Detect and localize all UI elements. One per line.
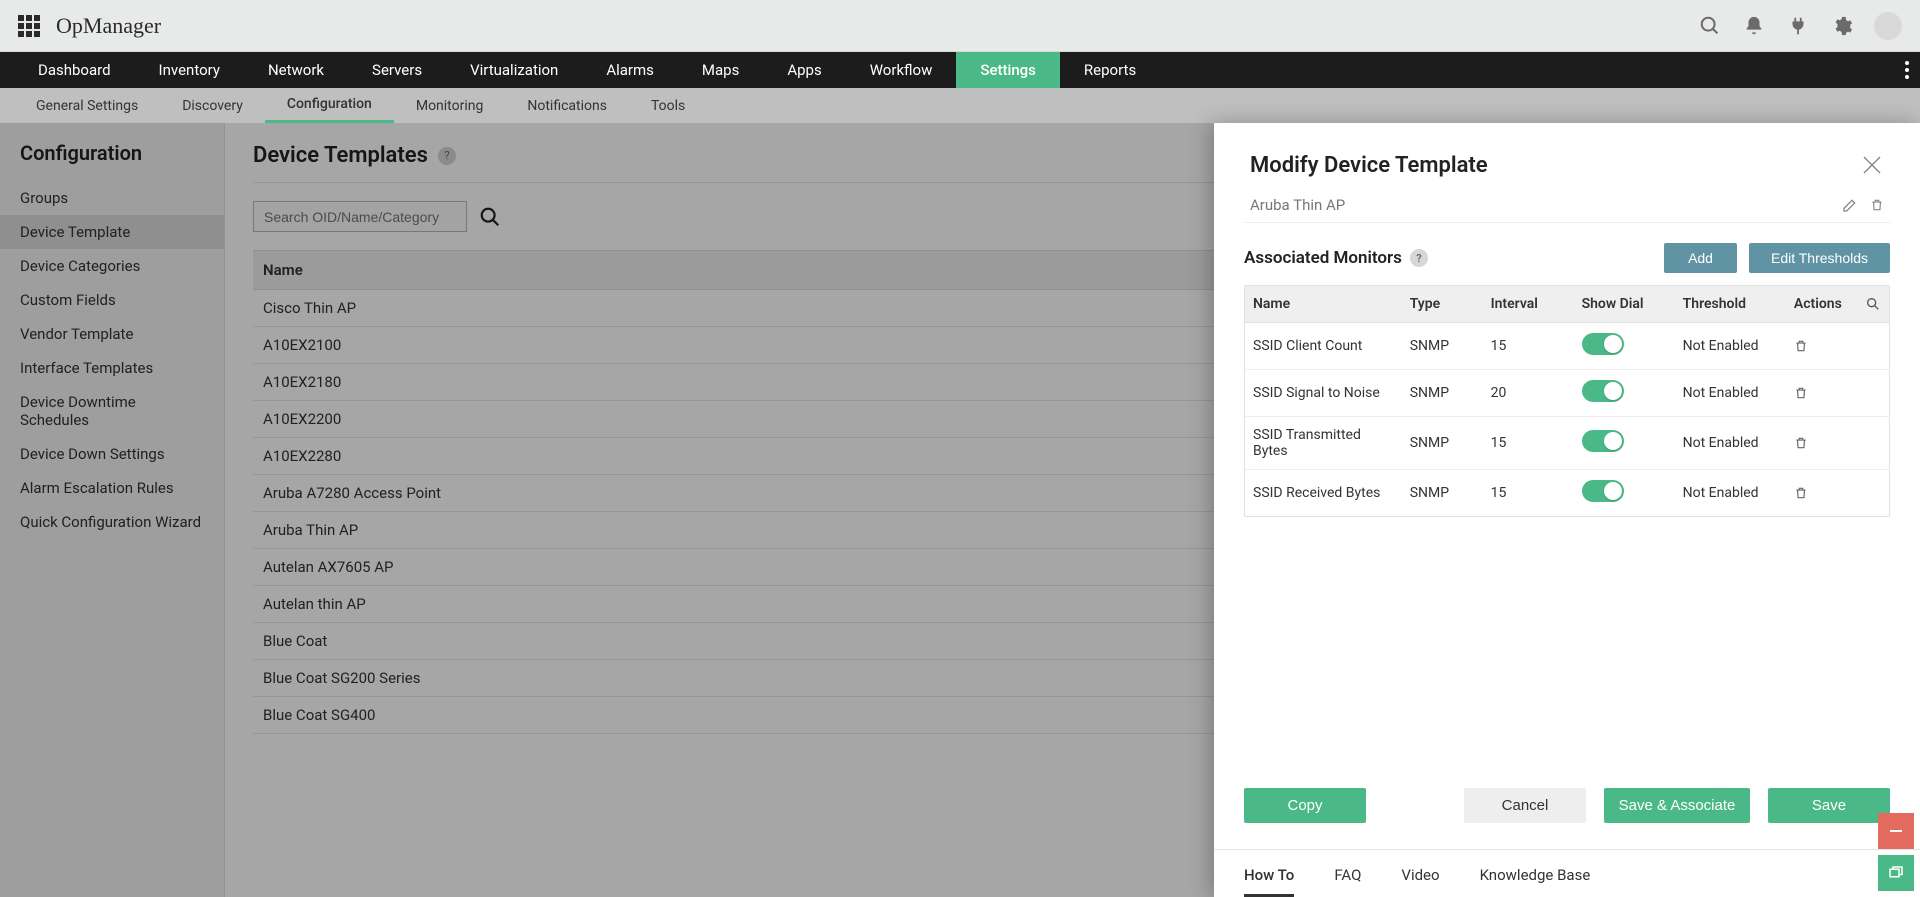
mon-threshold: Not Enabled	[1675, 470, 1786, 517]
bell-icon[interactable]	[1742, 14, 1766, 38]
fab-minimize[interactable]	[1878, 813, 1914, 849]
subnav-general-settings[interactable]: General Settings	[14, 88, 160, 123]
modify-template-panel: Modify Device Template Aruba Thin AP Ass…	[1214, 123, 1920, 897]
help-tab-faq[interactable]: FAQ	[1334, 866, 1361, 897]
main-area: Configuration GroupsDevice TemplateDevic…	[0, 123, 1920, 897]
device-name: Aruba Thin AP	[1250, 196, 1345, 214]
mon-type: SNMP	[1402, 323, 1483, 370]
mcol-actions: Actions	[1786, 286, 1857, 323]
help-tab-video[interactable]: Video	[1401, 866, 1439, 897]
panel-actions: Copy Cancel Save & Associate Save	[1214, 764, 1920, 849]
trash-icon[interactable]	[1794, 435, 1849, 451]
mon-threshold: Not Enabled	[1675, 323, 1786, 370]
mon-interval: 15	[1483, 323, 1574, 370]
mon-name: SSID Transmitted Bytes	[1245, 417, 1402, 470]
mon-interval: 15	[1483, 417, 1574, 470]
trash-icon[interactable]	[1794, 338, 1849, 354]
associated-monitors-title: Associated Monitors	[1244, 248, 1402, 268]
show-dial-toggle[interactable]	[1582, 333, 1624, 355]
close-icon[interactable]	[1862, 155, 1884, 177]
gear-icon[interactable]	[1830, 14, 1854, 38]
device-name-row: Aruba Thin AP	[1244, 196, 1890, 223]
trash-icon[interactable]	[1794, 385, 1849, 401]
monitors-table: Name Type Interval Show Dial Threshold A…	[1245, 286, 1889, 516]
topbar: OpManager	[0, 0, 1920, 52]
main-nav: DashboardInventoryNetworkServersVirtuali…	[0, 52, 1920, 88]
brand-title: OpManager	[56, 13, 161, 39]
mon-type: SNMP	[1402, 370, 1483, 417]
mon-interval: 20	[1483, 370, 1574, 417]
show-dial-toggle[interactable]	[1582, 380, 1624, 402]
apps-grid-icon[interactable]	[18, 15, 40, 37]
nav-tab-maps[interactable]: Maps	[678, 52, 763, 88]
save-button[interactable]: Save	[1768, 788, 1890, 823]
subnav-tools[interactable]: Tools	[629, 88, 707, 123]
subnav-configuration[interactable]: Configuration	[265, 88, 394, 123]
subnav-monitoring[interactable]: Monitoring	[394, 88, 506, 123]
mon-threshold: Not Enabled	[1675, 370, 1786, 417]
mcol-threshold: Threshold	[1675, 286, 1786, 323]
nav-tab-apps[interactable]: Apps	[763, 52, 845, 88]
help-tab-how-to[interactable]: How To	[1244, 866, 1294, 897]
help-icon[interactable]: ?	[1410, 249, 1428, 267]
nav-tab-virtualization[interactable]: Virtualization	[446, 52, 582, 88]
fab-expand[interactable]	[1878, 855, 1914, 891]
help-tabs: How To FAQ Video Knowledge Base	[1214, 849, 1920, 897]
avatar[interactable]	[1874, 12, 1902, 40]
edit-icon[interactable]	[1842, 197, 1858, 213]
mcol-search[interactable]	[1857, 286, 1889, 323]
nav-tab-dashboard[interactable]: Dashboard	[14, 52, 135, 88]
edit-thresholds-button[interactable]: Edit Thresholds	[1749, 243, 1890, 273]
nav-tab-inventory[interactable]: Inventory	[135, 52, 244, 88]
mcol-name: Name	[1245, 286, 1402, 323]
mon-threshold: Not Enabled	[1675, 417, 1786, 470]
help-tab-knowledge-base[interactable]: Knowledge Base	[1480, 866, 1591, 897]
subnav-notifications[interactable]: Notifications	[505, 88, 629, 123]
nav-tab-alarms[interactable]: Alarms	[582, 52, 678, 88]
panel-title: Modify Device Template	[1250, 153, 1488, 178]
save-associate-button[interactable]: Save & Associate	[1604, 788, 1750, 823]
mcol-showdial: Show Dial	[1574, 286, 1675, 323]
mcol-interval: Interval	[1483, 286, 1574, 323]
mon-type: SNMP	[1402, 417, 1483, 470]
add-button[interactable]: Add	[1664, 243, 1737, 273]
nav-tab-settings[interactable]: Settings	[956, 52, 1060, 88]
monitor-row: SSID Transmitted BytesSNMP15 Not Enabled	[1245, 417, 1889, 470]
mon-name: SSID Signal to Noise	[1245, 370, 1402, 417]
monitor-row: SSID Signal to NoiseSNMP20 Not Enabled	[1245, 370, 1889, 417]
monitor-row: SSID Client CountSNMP15 Not Enabled	[1245, 323, 1889, 370]
show-dial-toggle[interactable]	[1582, 430, 1624, 452]
mon-name: SSID Client Count	[1245, 323, 1402, 370]
nav-tab-reports[interactable]: Reports	[1060, 52, 1160, 88]
delete-icon[interactable]	[1870, 197, 1884, 213]
more-menu-icon[interactable]	[1904, 52, 1910, 88]
mcol-type: Type	[1402, 286, 1483, 323]
nav-tab-servers[interactable]: Servers	[348, 52, 446, 88]
sub-nav: General SettingsDiscoveryConfigurationMo…	[0, 88, 1920, 123]
mon-type: SNMP	[1402, 470, 1483, 517]
cancel-button[interactable]: Cancel	[1464, 788, 1586, 823]
search-icon[interactable]	[1698, 14, 1722, 38]
copy-button[interactable]: Copy	[1244, 788, 1366, 823]
nav-tab-workflow[interactable]: Workflow	[846, 52, 957, 88]
subnav-discovery[interactable]: Discovery	[160, 88, 265, 123]
trash-icon[interactable]	[1794, 485, 1849, 501]
plug-icon[interactable]	[1786, 14, 1810, 38]
topbar-icons	[1698, 12, 1902, 40]
mon-interval: 15	[1483, 470, 1574, 517]
fab-stack	[1878, 813, 1914, 891]
mon-name: SSID Received Bytes	[1245, 470, 1402, 517]
nav-tab-network[interactable]: Network	[244, 52, 348, 88]
monitor-row: SSID Received BytesSNMP15 Not Enabled	[1245, 470, 1889, 517]
show-dial-toggle[interactable]	[1582, 480, 1624, 502]
